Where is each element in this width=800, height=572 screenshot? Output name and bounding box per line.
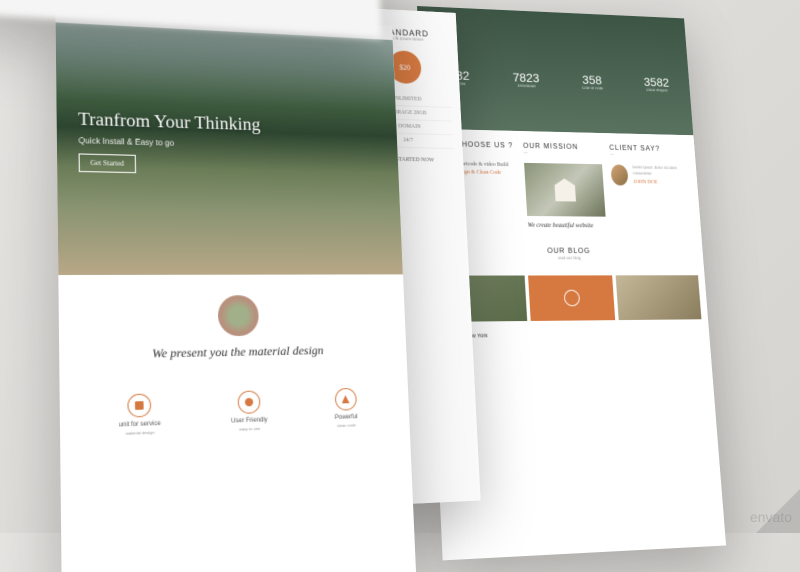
price-feature: STORAGE 20GB [361,105,452,122]
stats-hero: 2582Cup of tea 7823Download 358Line of c… [417,6,693,135]
feature-icon [334,388,356,411]
client-section: CLIENT SAY? — lorem ipsum dolor sit amet… [609,144,691,230]
feature-item: Powerful clean code [334,388,358,428]
blog-section-header: OUR BLOG read our blog [428,239,705,276]
price-feature: 24/7 [362,133,454,149]
blog-category: Photoshoot [432,319,709,334]
feature-icon [127,393,151,417]
why-choose-section: WHY CHOOSE US ? — Powerful Shortcode & v… [434,140,519,229]
price-badge: $20 [388,50,422,84]
pricing-cta-button[interactable]: GET STARTED NOW [363,156,455,164]
price-feature: UNLIMITED [360,91,451,108]
brand-badge-icon [218,295,260,336]
blog-card[interactable] [437,276,527,323]
blog-post-title: My Trip to New York [432,331,709,340]
watermark: envato [750,509,792,525]
intro-section: We present you the material design [58,275,407,386]
intro-title: We present you the material design [81,342,388,363]
feature-item: User Friendly easy to use [230,390,268,432]
content-panel: 2582Cup of tea 7823Download 358Line of c… [417,6,726,560]
mission-image [524,163,606,217]
blog-grid [429,275,708,322]
client-avatar [610,164,628,185]
mission-section: OUR MISSION — We create beautiful websit… [523,142,607,229]
price-feature: 1 DOMAIN [361,119,453,135]
hero-subtitle: Quick Install & Easy to go [78,136,379,153]
blog-card[interactable] [528,275,616,321]
blog-card[interactable] [616,275,702,320]
feature-item: unit for service material design [118,393,161,436]
feature-icons-row: unit for service material design User Fr… [60,376,411,449]
hero-section: Tranfrom Your Thinking Quick Install & E… [55,7,403,275]
feature-icon [237,390,260,414]
main-template-panel: Tranfrom Your Thinking Quick Install & E… [55,7,416,572]
hero-cta-button[interactable]: Get Started [79,153,136,173]
hero-title: Tranfrom Your Thinking [78,108,378,138]
